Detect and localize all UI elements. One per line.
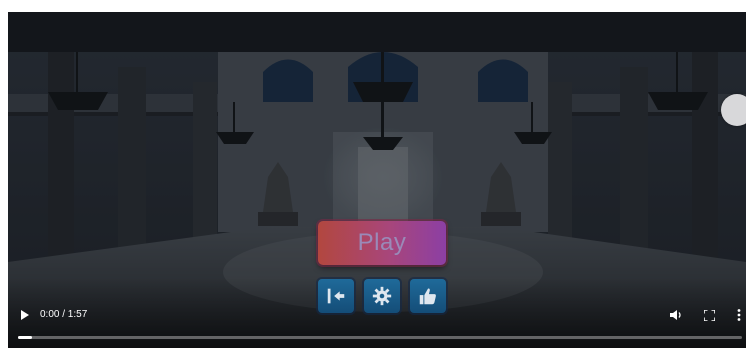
progress-fill xyxy=(18,336,33,339)
more-vertical-icon xyxy=(737,309,741,321)
video-controls: 0:00 / 1:57 xyxy=(8,298,746,348)
fullscreen-button[interactable] xyxy=(699,304,719,326)
more-options-button[interactable] xyxy=(734,304,744,326)
video-player[interactable]: Play 0:00 / 1:57 xyxy=(8,12,746,348)
play-icon xyxy=(21,310,29,320)
volume-icon xyxy=(670,310,681,320)
scroll-handle[interactable] xyxy=(721,94,746,126)
fullscreen-icon xyxy=(703,309,715,321)
play-game-button[interactable]: Play xyxy=(318,221,446,265)
play-button[interactable] xyxy=(16,304,34,326)
volume-button[interactable] xyxy=(666,304,686,326)
page-frame: Play 0:00 / 1:57 xyxy=(0,0,746,349)
play-game-label: Play xyxy=(357,229,407,256)
time-display: 0:00 / 1:57 xyxy=(40,309,88,320)
progress-bar[interactable] xyxy=(18,336,742,339)
